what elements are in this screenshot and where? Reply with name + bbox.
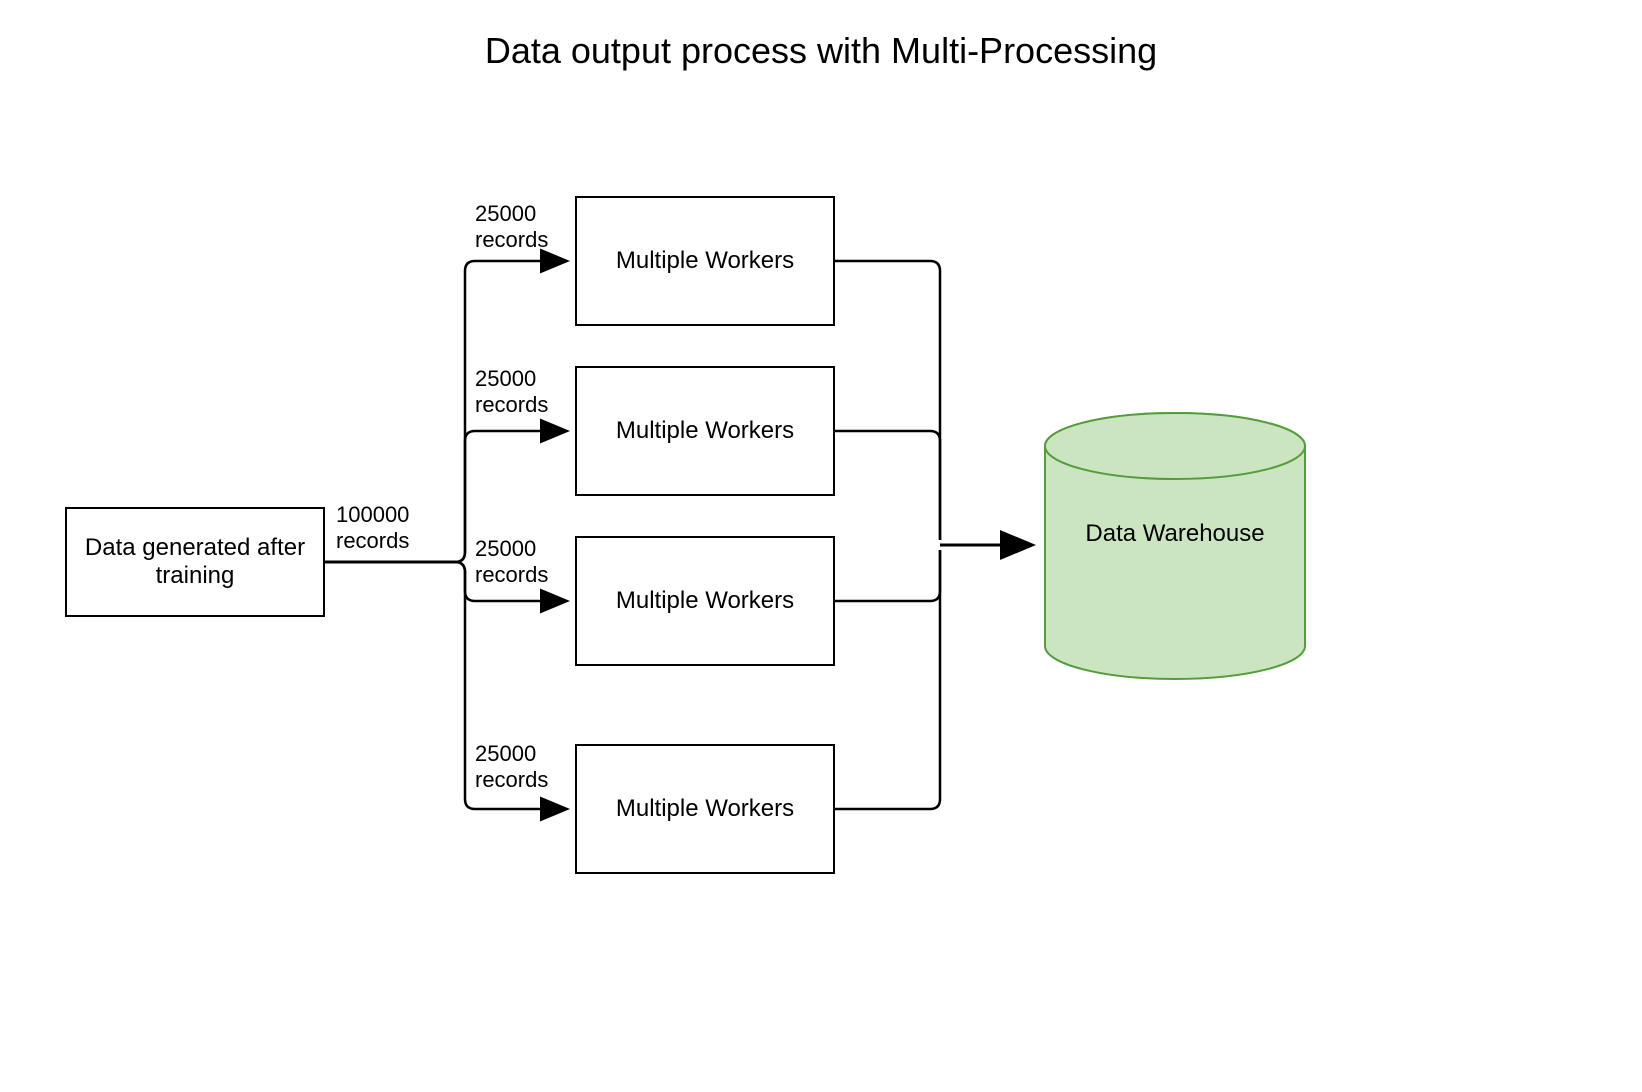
source-label: Data generated after training xyxy=(75,534,315,590)
worker-edge-label-2: 25000records xyxy=(475,366,548,419)
worker-box-3: Multiple Workers xyxy=(575,536,835,666)
data-warehouse-label: Data Warehouse xyxy=(1040,520,1310,548)
worker-label: Multiple Workers xyxy=(616,587,794,615)
diagram-title: Data output process with Multi-Processin… xyxy=(0,30,1642,72)
worker-edge-label-3: 25000records xyxy=(475,536,548,589)
worker-label: Multiple Workers xyxy=(616,795,794,823)
worker-box-1: Multiple Workers xyxy=(575,196,835,326)
main-edge-label: 100000records xyxy=(336,502,409,555)
worker-box-2: Multiple Workers xyxy=(575,366,835,496)
worker-edge-label-4: 25000records xyxy=(475,741,548,794)
worker-box-4: Multiple Workers xyxy=(575,744,835,874)
worker-label: Multiple Workers xyxy=(616,247,794,275)
worker-edge-label-1: 25000records xyxy=(475,201,548,254)
source-box: Data generated after training xyxy=(65,507,325,617)
worker-label: Multiple Workers xyxy=(616,417,794,445)
